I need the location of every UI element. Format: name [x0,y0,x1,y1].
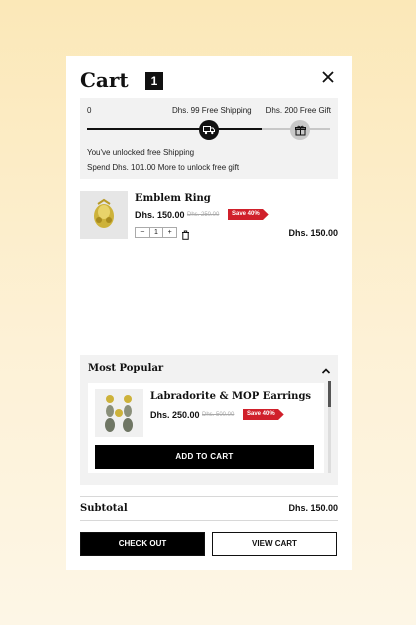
cart-drawer: Cart 1 0 Dhs. 99 Free Shipping Dhs. 200 … [66,56,352,570]
popular-scrollbar-thumb[interactable] [328,381,331,407]
cart-title: Cart [80,68,129,92]
recommended-product-price: Dhs. 250.00 [150,410,200,420]
increase-quantity-button[interactable]: + [163,228,176,237]
truck-icon [199,120,219,140]
view-cart-button[interactable]: VIEW CART [212,532,337,556]
most-popular-title: Most Popular [88,363,164,374]
progress-start-label: 0 [87,106,92,115]
decrease-quantity-button[interactable]: − [136,228,149,237]
recommended-product-original-price: Dhs. 500.00 [202,412,235,418]
trash-icon[interactable] [181,227,191,240]
popular-scrollbar[interactable] [328,381,331,473]
product-thumbnail-emblem-ring[interactable] [80,191,128,239]
checkout-button[interactable]: CHECK OUT [80,532,205,556]
summary-divider-top [80,496,338,497]
close-icon[interactable] [320,71,336,87]
subtotal-value: Dhs. 150.00 [288,503,338,513]
quantity-value[interactable]: 1 [148,228,164,237]
free-shipping-progress: 0 Dhs. 99 Free Shipping Dhs. 200 Free Gi… [80,98,338,179]
progress-fill [87,128,262,130]
quantity-stepper: − 1 + [135,227,177,238]
product-price: Dhs. 150.00 [135,210,185,220]
chevron-up-icon[interactable] [321,363,331,374]
recommended-product-name[interactable]: Labradorite & MOP Earrings [150,391,311,402]
shipping-unlocked-message: You've unlocked free Shipping [87,148,195,157]
add-to-cart-button[interactable]: ADD TO CART [95,445,314,469]
gift-icon [290,120,310,140]
product-name[interactable]: Emblem Ring [135,193,211,204]
subtotal-label: Subtotal [80,503,128,514]
cart-count-badge: 1 [145,72,163,90]
summary-divider-bottom [80,520,338,521]
gift-threshold-label: Dhs. 200 Free Gift [265,106,331,115]
product-thumbnail-earrings[interactable] [95,389,143,437]
recommended-discount-badge: Save 40% [243,409,284,420]
product-original-price: Dhs. 250.00 [187,212,220,218]
shipping-threshold-label: Dhs. 99 Free Shipping [172,106,252,115]
gift-remaining-message: Spend Dhs. 101.00 More to unlock free gi… [87,163,240,172]
cart-line-item: Emblem Ring Dhs. 150.00 Dhs. 250.00 Save… [80,191,338,243]
line-total: Dhs. 150.00 [288,228,338,238]
discount-badge: Save 40% [228,209,269,220]
cart-header: Cart 1 [80,68,338,92]
